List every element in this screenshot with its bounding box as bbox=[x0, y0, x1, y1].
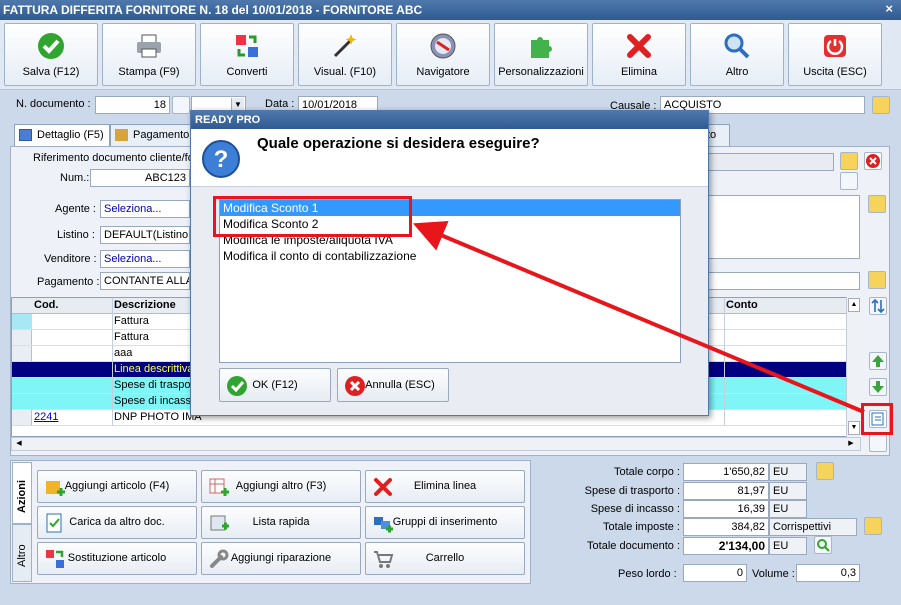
annotation-arrow bbox=[412, 220, 865, 414]
